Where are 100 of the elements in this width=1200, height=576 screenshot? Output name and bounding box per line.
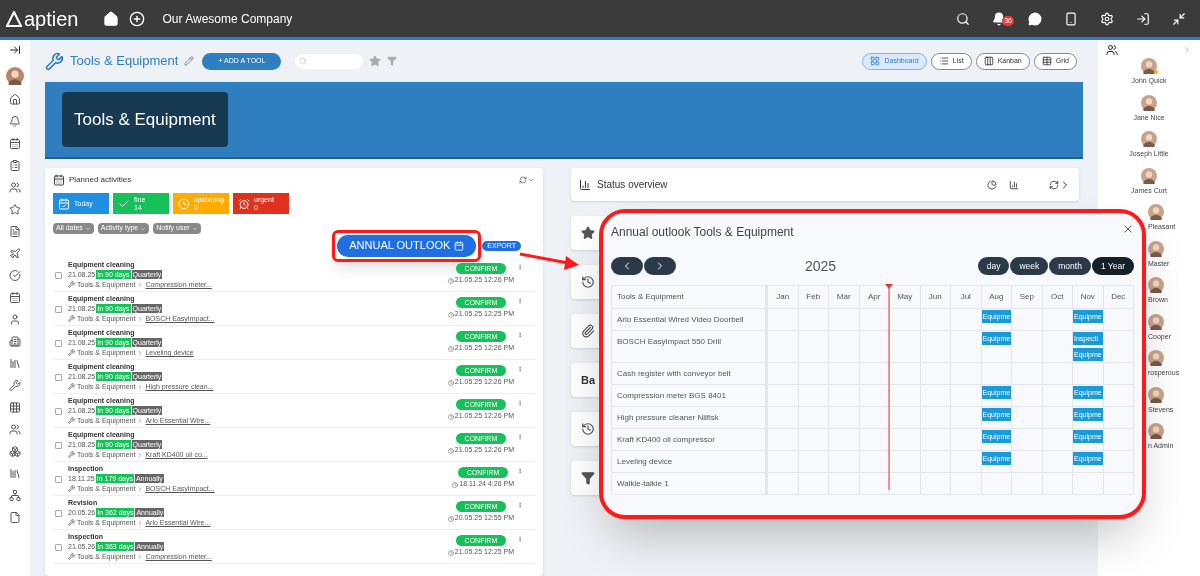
clock-icon xyxy=(178,197,190,210)
company-name[interactable]: Our Awesome Company xyxy=(162,9,293,28)
close-icon[interactable] xyxy=(1122,223,1134,235)
search-field[interactable] xyxy=(295,53,364,69)
minimize-icon[interactable] xyxy=(1172,11,1186,26)
people-icon[interactable] xyxy=(1106,44,1118,56)
row-label: Compression meter BGS 8401 xyxy=(612,384,767,406)
card-title: Ba xyxy=(581,372,596,388)
chat-icon[interactable] xyxy=(1028,11,1042,26)
home-icon[interactable] xyxy=(9,92,21,107)
page-title: Tools & Equipment xyxy=(70,52,179,71)
clock-icon xyxy=(452,481,459,488)
card-title: Status overview xyxy=(597,178,668,192)
settings-icon[interactable] xyxy=(1100,11,1114,26)
year-label: 2025 xyxy=(805,256,837,276)
timeline-cell xyxy=(858,450,889,472)
avatar-icon xyxy=(1141,58,1157,74)
mobile-icon[interactable] xyxy=(1064,11,1078,26)
month-header: Oct xyxy=(1041,286,1072,308)
document-icon[interactable] xyxy=(9,224,21,239)
month-header: Aug xyxy=(980,286,1011,308)
history-icon xyxy=(581,275,595,289)
timeline-cell xyxy=(858,362,889,384)
chevron-right-icon xyxy=(137,383,144,390)
dialog-title: Annual outlook Tools & Equipment xyxy=(611,224,794,241)
logo-icon xyxy=(6,10,22,27)
activity-checkbox[interactable] xyxy=(55,306,62,313)
check-circle-icon[interactable] xyxy=(9,268,21,283)
view-tab[interactable]: month xyxy=(1049,257,1091,275)
person-icon[interactable] xyxy=(9,312,21,327)
chevron-down-icon xyxy=(84,225,91,232)
filter-icon xyxy=(581,471,595,485)
tools-icon xyxy=(68,451,75,458)
activity-checkbox[interactable] xyxy=(55,476,62,483)
banner-title: Tools & Equipment xyxy=(62,91,228,148)
activity-checkbox[interactable] xyxy=(55,272,62,279)
wrench-icon[interactable] xyxy=(9,378,21,393)
timeline-cell xyxy=(858,406,889,428)
chevron-right-icon xyxy=(137,349,144,356)
view-tab[interactable]: week xyxy=(1010,257,1049,275)
clock-icon xyxy=(447,549,454,556)
view-tab[interactable]: day xyxy=(977,257,1010,275)
people-icon[interactable] xyxy=(9,422,21,437)
search-icon[interactable] xyxy=(956,11,970,26)
hierarchy-icon[interactable] xyxy=(9,488,21,503)
refresh-icon[interactable] xyxy=(1049,179,1059,190)
activity-checkbox[interactable] xyxy=(55,340,62,347)
sign-in-icon[interactable] xyxy=(1136,11,1150,26)
boxes-icon[interactable] xyxy=(9,444,21,459)
file-icon[interactable] xyxy=(9,510,21,525)
view-tab[interactable]: 1 Year xyxy=(1091,257,1134,275)
books-icon[interactable] xyxy=(9,466,21,481)
row-label: Kraft KD400 oil compressor xyxy=(612,428,767,450)
month-header: Dec xyxy=(1102,286,1133,308)
activity-checkbox[interactable] xyxy=(55,374,62,381)
chevron-right-icon xyxy=(137,485,144,492)
chevron-right-icon xyxy=(137,417,144,424)
row-label: High pressure cleaner Nilfisk xyxy=(612,406,767,428)
building-icon[interactable] xyxy=(9,334,21,349)
clock-icon xyxy=(447,447,454,454)
annual-outlook-button[interactable]: ANNUAL OUTLOOK xyxy=(337,234,477,257)
calendar-icon[interactable] xyxy=(9,136,21,151)
star-icon[interactable] xyxy=(369,55,382,67)
timeline-cell xyxy=(858,384,889,406)
bar-chart-icon[interactable] xyxy=(1009,179,1019,190)
tools-icon xyxy=(68,383,75,390)
activity-checkbox[interactable] xyxy=(55,510,62,517)
tools-icon xyxy=(68,485,75,492)
plane-icon[interactable] xyxy=(9,246,21,261)
pie-chart-icon[interactable] xyxy=(987,179,997,190)
books-icon[interactable] xyxy=(9,356,21,371)
refresh-icon[interactable] xyxy=(519,176,527,184)
month-header: May xyxy=(889,286,920,308)
app-logo[interactable]: aptien xyxy=(24,8,79,29)
calendar-icon[interactable] xyxy=(9,290,21,305)
clock-icon xyxy=(447,515,454,522)
dashboard-icon xyxy=(870,56,881,66)
bell-icon[interactable] xyxy=(9,114,21,129)
clock-icon xyxy=(447,311,454,318)
chevron-down-icon xyxy=(191,225,198,232)
clipboard-icon[interactable] xyxy=(9,158,21,173)
activity-checkbox[interactable] xyxy=(55,408,62,415)
home-icon[interactable] xyxy=(102,10,119,27)
chevron-down-icon xyxy=(140,225,147,232)
chevron-right-icon xyxy=(137,553,144,560)
row-label: Arlo Essential Wired Video Doorbell xyxy=(612,308,767,330)
row-label: Cash register with conveyor belt xyxy=(612,362,767,384)
paperclip-icon xyxy=(581,324,595,338)
star-icon[interactable] xyxy=(9,202,21,217)
chevron-right-icon xyxy=(137,281,144,288)
activity-checkbox[interactable] xyxy=(55,544,62,551)
notifications-icon[interactable] xyxy=(992,11,1006,26)
grid-icon[interactable] xyxy=(9,400,21,415)
people-icon[interactable] xyxy=(9,180,21,195)
activity-checkbox[interactable] xyxy=(55,442,62,449)
list-icon xyxy=(938,56,949,66)
previous-button[interactable] xyxy=(611,257,643,275)
expand-icon[interactable] xyxy=(9,44,21,56)
add-icon[interactable] xyxy=(128,10,145,27)
next-button[interactable] xyxy=(644,257,676,275)
